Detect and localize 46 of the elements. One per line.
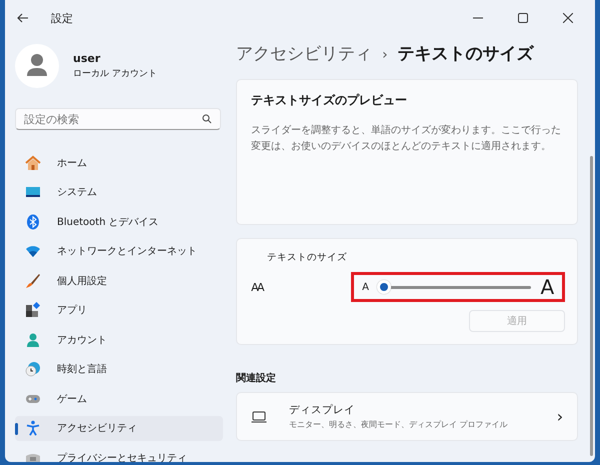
nav-item[interactable]: Bluetooth とデバイス: [15, 209, 223, 234]
slider-thumb[interactable]: [376, 280, 391, 294]
window-title: 設定: [51, 10, 73, 26]
display-setting-row[interactable]: ディスプレイ モニター、明るさ、夜間モード、ディスプレイ プロファイル ›: [236, 392, 578, 441]
breadcrumb-separator: ›: [382, 47, 388, 63]
nav-item[interactable]: 個人用設定: [15, 268, 223, 293]
laptop-icon: [251, 410, 268, 422]
nav-item[interactable]: ホーム: [15, 150, 223, 175]
nav-item[interactable]: ゲーム: [15, 386, 223, 411]
search-field[interactable]: 設定の検索: [15, 108, 221, 130]
nav-item[interactable]: 時刻と言語: [15, 356, 223, 382]
network-icon: [25, 243, 41, 259]
account-icon: [25, 332, 41, 348]
brush-icon: [25, 272, 41, 288]
text-size-label: テキストのサイズ: [267, 251, 348, 264]
user-name: user: [73, 52, 102, 65]
page-title: テキストのサイズ: [398, 43, 534, 65]
setting-description: モニター、明るさ、夜間モード、ディスプレイ プロファイル: [289, 419, 509, 430]
nav-item[interactable]: プライバシーとセキュリティ: [15, 445, 223, 462]
back-icon[interactable]: [17, 13, 29, 23]
close-icon[interactable]: [563, 13, 573, 23]
nav-item[interactable]: アプリ: [15, 298, 223, 322]
nav-item[interactable]: アカウント: [15, 327, 223, 352]
slider-track[interactable]: [376, 279, 532, 295]
breadcrumb-parent[interactable]: アクセシビリティ: [236, 42, 372, 65]
preview-title: テキストサイズのプレビュー: [251, 92, 408, 109]
section-heading: 関連設定: [236, 371, 278, 385]
nav-item[interactable]: ネットワークとインターネット: [15, 238, 223, 264]
nav-item[interactable]: アクセシビリティ: [15, 416, 223, 440]
time-icon: [25, 361, 41, 377]
bluetooth-icon: [25, 214, 41, 230]
maximize-icon[interactable]: [518, 13, 528, 23]
text-size-icon: AA: [251, 280, 352, 294]
large-a-label: A: [540, 275, 554, 299]
system-icon: [25, 184, 41, 200]
nav-item[interactable]: システム: [15, 180, 223, 204]
apps-icon: [25, 302, 41, 318]
accessibility-icon: [25, 420, 41, 436]
home-icon: [25, 154, 41, 170]
avatar-icon: [15, 44, 59, 88]
chevron-icon: ›: [556, 407, 564, 426]
search-icon: [202, 114, 212, 124]
preview-text: スライダーを調整すると、単語のサイズが変わります。ここで行った変更は、お使いのデバイスのほとんどのテキストに適用されます。: [251, 124, 562, 154]
small-a-label: A: [362, 282, 369, 292]
setting-title: ディスプレイ: [289, 403, 356, 417]
account-type: ローカル アカウント: [73, 68, 157, 80]
